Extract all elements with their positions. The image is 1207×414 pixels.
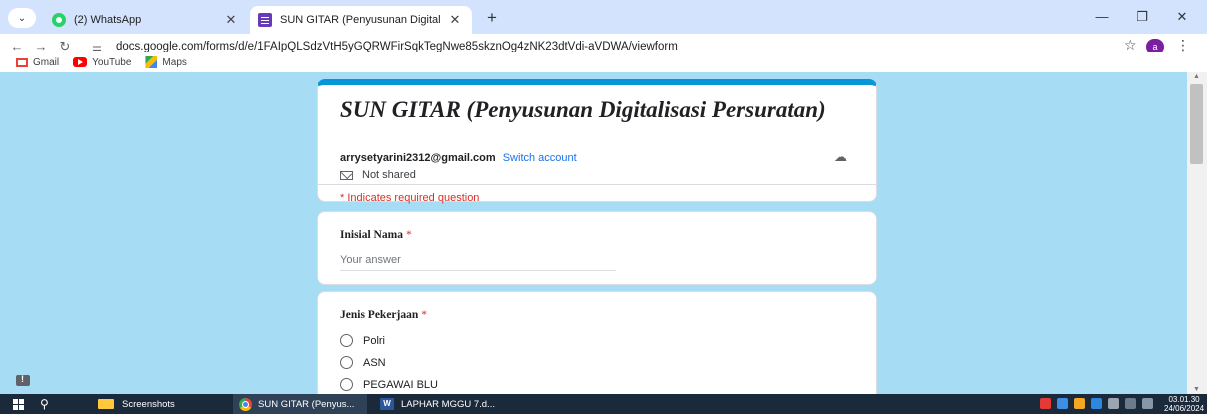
question-label: Jenis Pekerjaan * — [340, 309, 427, 321]
radio-option-polri[interactable]: Polri — [340, 334, 385, 347]
tab-title: (2) WhatsApp — [74, 14, 142, 26]
taskbar-clock[interactable]: 03.01.30 24/06/2024 — [1164, 395, 1204, 413]
switch-account-link[interactable]: Switch account — [503, 152, 577, 164]
whatsapp-icon — [52, 13, 66, 27]
minimize-button[interactable]: — — [1087, 6, 1117, 28]
taskbar-label: SUN GITAR (Penyus... — [258, 398, 355, 410]
wifi-icon[interactable] — [1125, 398, 1136, 409]
radio-button[interactable] — [340, 356, 353, 369]
search-icon[interactable]: ⚲ — [40, 397, 49, 411]
tab-whatsapp[interactable]: (2) WhatsApp ✕ — [42, 6, 248, 34]
option-label: Polri — [363, 334, 386, 347]
acrobat-icon[interactable] — [1040, 398, 1051, 409]
app-tray-icon[interactable] — [1091, 398, 1102, 409]
app-tray-icon[interactable] — [1074, 398, 1085, 409]
taskbar-item-screenshots[interactable]: Screenshots — [94, 394, 224, 414]
bookmark-youtube[interactable]: YouTube — [73, 57, 131, 68]
question-text: Jenis Pekerjaan — [340, 309, 419, 321]
windows-start-icon[interactable] — [13, 399, 24, 410]
radio-option-asn[interactable]: ASN — [340, 356, 386, 369]
page-scrollbar[interactable]: ▲ ▼ — [1187, 72, 1207, 394]
clock-time: 03.01.30 — [1168, 395, 1200, 404]
required-asterisk: * — [421, 309, 428, 321]
required-asterisk: * — [405, 229, 412, 241]
bookmark-label: YouTube — [92, 56, 132, 68]
bookmark-maps[interactable]: Maps — [145, 56, 187, 68]
required-question-note: * Indicates required question — [340, 192, 480, 204]
not-shared-row: Not shared — [340, 169, 416, 181]
form-header-card: SUN GITAR (Penyusunan Digitalisasi Persu… — [317, 79, 877, 204]
folder-icon — [98, 399, 114, 409]
new-tab-button[interactable]: + — [482, 8, 502, 28]
word-icon: W — [380, 398, 394, 410]
bookmark-label: Maps — [162, 56, 187, 68]
taskbar-label: Screenshots — [122, 398, 175, 410]
radio-button[interactable] — [340, 378, 353, 391]
maps-icon — [145, 56, 158, 68]
taskbar-item-word[interactable]: W LAPHAR MGGU 7.d... — [374, 394, 514, 414]
google-forms-icon — [258, 13, 272, 27]
account-row: arrysetyarini2312@gmail.com Switch accou… — [340, 152, 577, 164]
report-feedback-icon[interactable] — [16, 374, 30, 386]
radio-button[interactable] — [340, 334, 353, 347]
account-email: arrysetyarini2312@gmail.com — [340, 152, 496, 164]
tab-title: SUN GITAR (Penyusunan Digital — [280, 14, 441, 26]
bookmark-label: Gmail — [33, 56, 60, 68]
question-label: Inisial Nama * — [340, 229, 412, 241]
browser-tab-strip: ⌄ (2) WhatsApp ✕ SUN GITAR (Penyusunan D… — [0, 0, 1207, 34]
bookmarks-bar: Gmail YouTube Maps — [0, 52, 1207, 72]
question-text: Inisial Nama — [340, 229, 403, 241]
volume-icon[interactable] — [1142, 398, 1153, 409]
tab-sun-gitar[interactable]: SUN GITAR (Penyusunan Digital ✕ — [250, 6, 472, 34]
question-card-jenis-pekerjaan: Jenis Pekerjaan * Polri ASN PEGAWAI BLU — [317, 291, 877, 394]
taskbar-item-chrome[interactable]: SUN GITAR (Penyus... — [233, 394, 367, 414]
bookmark-gmail[interactable]: Gmail — [16, 57, 59, 68]
clock-date: 24/06/2024 — [1164, 404, 1205, 413]
scroll-down-arrow-icon[interactable]: ▼ — [1193, 386, 1200, 393]
option-label: ASN — [363, 356, 386, 369]
form-page: SUN GITAR (Penyusunan Digitalisasi Persu… — [0, 72, 1187, 394]
scroll-thumb[interactable] — [1190, 84, 1203, 164]
scroll-up-arrow-icon[interactable]: ▲ — [1193, 73, 1200, 80]
chrome-icon — [239, 397, 252, 411]
divider — [318, 184, 876, 185]
windows-taskbar: ⚲ Screenshots SUN GITAR (Penyus... W LAP… — [0, 394, 1207, 414]
taskbar-label: LAPHAR MGGU 7.d... — [401, 398, 495, 410]
option-label: PEGAWAI BLU — [363, 378, 438, 391]
not-shared-text: Not shared — [362, 169, 416, 181]
inisial-nama-input[interactable]: Your answer — [340, 253, 616, 271]
question-card-inisial-nama: Inisial Nama * Your answer — [317, 211, 877, 285]
form-title: SUN GITAR (Penyusunan Digitalisasi Persu… — [340, 97, 826, 122]
gmail-icon — [16, 57, 28, 67]
email-not-shared-icon — [340, 170, 353, 180]
youtube-icon — [73, 57, 88, 67]
system-tray — [1040, 398, 1153, 409]
close-tab-icon[interactable]: ✕ — [222, 12, 240, 28]
close-tab-icon[interactable]: ✕ — [446, 12, 464, 28]
close-window-button[interactable]: ✕ — [1167, 6, 1197, 28]
radio-option-pegawai-blu[interactable]: PEGAWAI BLU — [340, 378, 438, 391]
restore-button[interactable]: ❐ — [1127, 6, 1157, 28]
cloud-saved-icon: ☁ — [834, 149, 847, 164]
network-icon[interactable] — [1108, 398, 1119, 409]
tab-search-chevron-icon[interactable]: ⌄ — [8, 8, 36, 28]
app-tray-icon[interactable] — [1057, 398, 1068, 409]
